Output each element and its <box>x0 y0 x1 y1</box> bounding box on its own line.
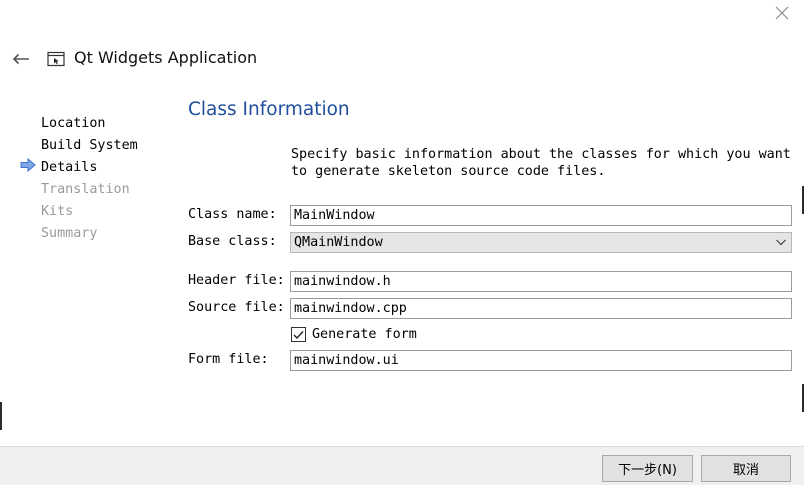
base-class-select[interactable]: QMainWindow <box>290 232 792 253</box>
header-file-label: Header file: <box>188 273 285 288</box>
current-step-arrow-icon <box>20 158 36 172</box>
step-build-system: Build System <box>41 138 138 153</box>
next-button[interactable]: 下一步(N) <box>602 455 693 482</box>
source-file-input[interactable] <box>290 298 792 319</box>
close-button[interactable] <box>766 0 798 26</box>
class-name-label: Class name: <box>188 207 277 222</box>
generate-form-label: Generate form <box>312 327 417 342</box>
generate-form-option[interactable]: Generate form <box>291 326 417 343</box>
wizard-steps: Location Build System Details Translatio… <box>41 113 138 245</box>
base-class-label: Base class: <box>188 234 277 249</box>
step-details: Details <box>41 160 98 175</box>
back-arrow-icon <box>12 53 29 65</box>
page-title: Class Information <box>188 99 350 120</box>
qt-widgets-app-icon <box>47 51 65 67</box>
form-file-label: Form file: <box>188 352 269 367</box>
back-button[interactable] <box>8 47 34 71</box>
close-icon <box>775 6 789 20</box>
step-translation: Translation <box>41 182 130 197</box>
window-edge-left <box>0 402 2 430</box>
base-class-value: QMainWindow <box>294 235 383 250</box>
step-kits: Kits <box>41 204 74 219</box>
form-file-input[interactable] <box>290 350 792 371</box>
cancel-button[interactable]: 取消 <box>701 455 791 482</box>
class-name-input[interactable] <box>290 205 792 226</box>
step-summary: Summary <box>41 226 98 241</box>
step-location: Location <box>41 116 106 131</box>
checkmark-icon <box>293 330 304 339</box>
header-file-input[interactable] <box>290 271 792 292</box>
window-title: Qt Widgets Application <box>74 48 258 67</box>
source-file-label: Source file: <box>188 300 285 315</box>
page-description: Specify basic information about the clas… <box>291 147 791 179</box>
chevron-down-icon <box>776 239 786 246</box>
generate-form-checkbox[interactable] <box>291 327 306 342</box>
